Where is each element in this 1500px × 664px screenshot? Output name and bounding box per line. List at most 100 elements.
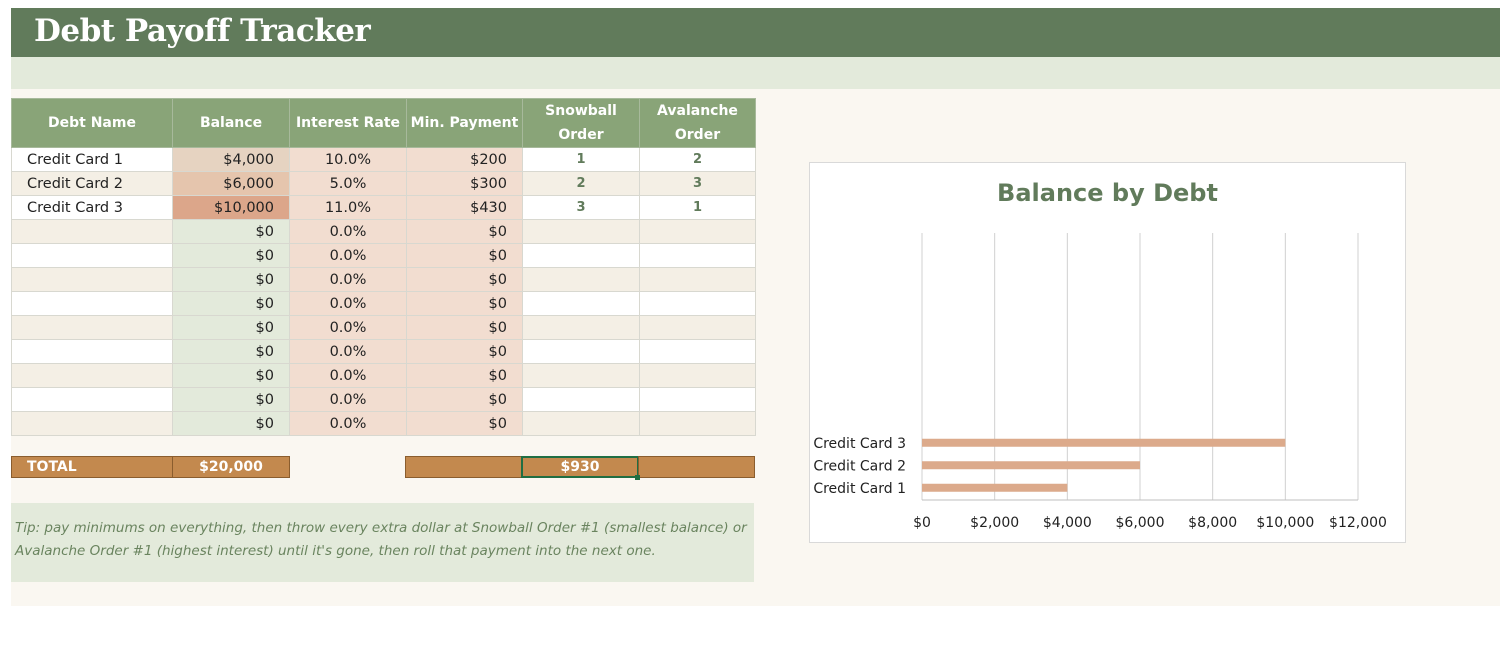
cell-min-payment[interactable]: $0 — [406, 315, 523, 340]
cell-min-payment[interactable]: $0 — [406, 219, 523, 244]
header-min-payment[interactable]: Min. Payment — [406, 98, 523, 148]
cell-snowball-order[interactable] — [522, 243, 640, 268]
cell-avalanche-order[interactable]: 2 — [639, 147, 756, 172]
cell-balance[interactable]: $0 — [172, 315, 290, 340]
cell-snowball-order[interactable] — [522, 219, 640, 244]
cell-snowball-order[interactable] — [522, 267, 640, 292]
cell-debt-name[interactable] — [11, 363, 173, 388]
cell-min-payment[interactable]: $430 — [406, 195, 523, 220]
cell-avalanche-order[interactable] — [639, 315, 756, 340]
cell-min-payment[interactable]: $0 — [406, 411, 523, 436]
table-row: $0 0.0% $0 — [11, 315, 756, 340]
cell-min-payment[interactable]: $0 — [406, 291, 523, 316]
subtitle-band[interactable] — [11, 57, 1500, 89]
cell-snowball-order[interactable] — [522, 411, 640, 436]
header-interest-rate[interactable]: Interest Rate — [289, 98, 407, 148]
cell-avalanche-order[interactable] — [639, 339, 756, 364]
cell-snowball-order[interactable] — [522, 363, 640, 388]
x-tick-label: $2,000 — [970, 515, 1019, 531]
cell-balance[interactable]: $0 — [172, 411, 290, 436]
cell-debt-name[interactable] — [11, 291, 173, 316]
total-empty-cell-1[interactable] — [405, 456, 523, 478]
cell-interest-rate[interactable]: 11.0% — [289, 195, 407, 220]
cell-avalanche-order[interactable] — [639, 387, 756, 412]
balance-chart[interactable]: Balance by Debt $0 $2,000 $4,000 $6,000 $8,0… — [809, 162, 1406, 543]
table-header-row: Debt Name Balance Interest Rate Min. Pay… — [11, 98, 756, 148]
cell-debt-name[interactable]: Credit Card 2 — [11, 171, 173, 196]
cell-min-payment[interactable]: $300 — [406, 171, 523, 196]
table-row: $0 0.0% $0 — [11, 363, 756, 388]
cell-balance[interactable]: $0 — [172, 363, 290, 388]
header-snowball-line1: Snowball — [545, 103, 617, 119]
y-category-label: Credit Card 2 — [813, 458, 906, 474]
cell-debt-name[interactable] — [11, 267, 173, 292]
cell-interest-rate[interactable]: 0.0% — [289, 291, 407, 316]
cell-interest-rate[interactable]: 0.0% — [289, 243, 407, 268]
cell-snowball-order[interactable]: 2 — [522, 171, 640, 196]
cell-debt-name[interactable] — [11, 411, 173, 436]
total-balance-cell[interactable]: $20,000 — [172, 456, 290, 478]
cell-interest-rate[interactable]: 0.0% — [289, 219, 407, 244]
cell-avalanche-order[interactable] — [639, 363, 756, 388]
cell-snowball-order[interactable] — [522, 339, 640, 364]
cell-interest-rate[interactable]: 0.0% — [289, 363, 407, 388]
page-title[interactable]: Debt Payoff Tracker — [34, 13, 371, 49]
cell-snowball-order[interactable] — [522, 291, 640, 316]
cell-interest-rate[interactable]: 10.0% — [289, 147, 407, 172]
cell-debt-name[interactable]: Credit Card 3 — [11, 195, 173, 220]
cell-balance[interactable]: $0 — [172, 267, 290, 292]
cell-avalanche-order[interactable] — [639, 243, 756, 268]
cell-snowball-order[interactable] — [522, 315, 640, 340]
header-avalanche-order[interactable]: Avalanche Order — [639, 98, 756, 148]
cell-min-payment[interactable]: $0 — [406, 243, 523, 268]
table-row: Credit Card 1 $4,000 10.0% $200 1 2 — [11, 147, 756, 172]
cell-debt-name[interactable] — [11, 243, 173, 268]
cell-balance[interactable]: $0 — [172, 339, 290, 364]
cell-avalanche-order[interactable] — [639, 411, 756, 436]
total-empty-cell-2[interactable] — [638, 456, 755, 478]
cell-interest-rate[interactable]: 0.0% — [289, 267, 407, 292]
cell-debt-name[interactable] — [11, 219, 173, 244]
x-tick-label: $6,000 — [1116, 515, 1165, 531]
tip-text[interactable]: Tip: pay minimums on everything, then th… — [15, 517, 750, 563]
cell-fill-handle[interactable] — [635, 475, 640, 480]
header-snowball-order[interactable]: Snowball Order — [522, 98, 640, 148]
cell-balance[interactable]: $6,000 — [172, 171, 290, 196]
chart-plot: $0 $2,000 $4,000 $6,000 $8,000 $10,000 $12,000… — [813, 233, 1387, 531]
header-debt-name[interactable]: Debt Name — [11, 98, 173, 148]
cell-interest-rate[interactable]: 5.0% — [289, 171, 407, 196]
cell-min-payment[interactable]: $0 — [406, 339, 523, 364]
cell-snowball-order[interactable] — [522, 387, 640, 412]
cell-interest-rate[interactable]: 0.0% — [289, 315, 407, 340]
cell-balance[interactable]: $0 — [172, 243, 290, 268]
cell-interest-rate[interactable]: 0.0% — [289, 411, 407, 436]
total-min-payment-cell[interactable]: $930 — [521, 456, 639, 478]
cell-avalanche-order[interactable]: 3 — [639, 171, 756, 196]
cell-debt-name[interactable] — [11, 387, 173, 412]
cell-snowball-order[interactable]: 1 — [522, 147, 640, 172]
cell-debt-name[interactable] — [11, 315, 173, 340]
cell-balance[interactable]: $0 — [172, 387, 290, 412]
cell-min-payment[interactable]: $0 — [406, 267, 523, 292]
cell-balance[interactable]: $0 — [172, 291, 290, 316]
header-snowball-line2: Order — [558, 127, 604, 143]
cell-debt-name[interactable]: Credit Card 1 — [11, 147, 173, 172]
cell-avalanche-order[interactable] — [639, 219, 756, 244]
cell-debt-name[interactable] — [11, 339, 173, 364]
cell-avalanche-order[interactable] — [639, 267, 756, 292]
cell-avalanche-order[interactable] — [639, 291, 756, 316]
cell-min-payment[interactable]: $200 — [406, 147, 523, 172]
header-balance[interactable]: Balance — [172, 98, 290, 148]
cell-min-payment[interactable]: $0 — [406, 387, 523, 412]
cell-snowball-order[interactable]: 3 — [522, 195, 640, 220]
y-category-label: Credit Card 3 — [813, 436, 906, 452]
cell-min-payment[interactable]: $0 — [406, 363, 523, 388]
cell-balance[interactable]: $10,000 — [172, 195, 290, 220]
debt-table-body: Credit Card 1 $4,000 10.0% $200 1 2 Credit Car… — [11, 147, 756, 436]
cell-avalanche-order[interactable]: 1 — [639, 195, 756, 220]
cell-interest-rate[interactable]: 0.0% — [289, 339, 407, 364]
total-label-cell[interactable]: TOTAL — [11, 456, 173, 478]
cell-interest-rate[interactable]: 0.0% — [289, 387, 407, 412]
cell-balance[interactable]: $4,000 — [172, 147, 290, 172]
cell-balance[interactable]: $0 — [172, 219, 290, 244]
